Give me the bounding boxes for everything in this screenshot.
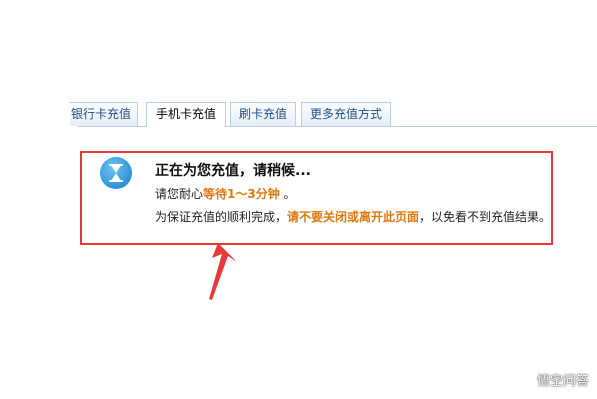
watermark-text: 悟空问答	[536, 374, 589, 389]
watermark: 悟空问答	[519, 370, 589, 389]
speech-bubble-icon	[519, 374, 533, 386]
annotation-arrow-icon	[209, 243, 237, 300]
tab-mobile-card[interactable]: 手机卡充值	[146, 102, 226, 127]
